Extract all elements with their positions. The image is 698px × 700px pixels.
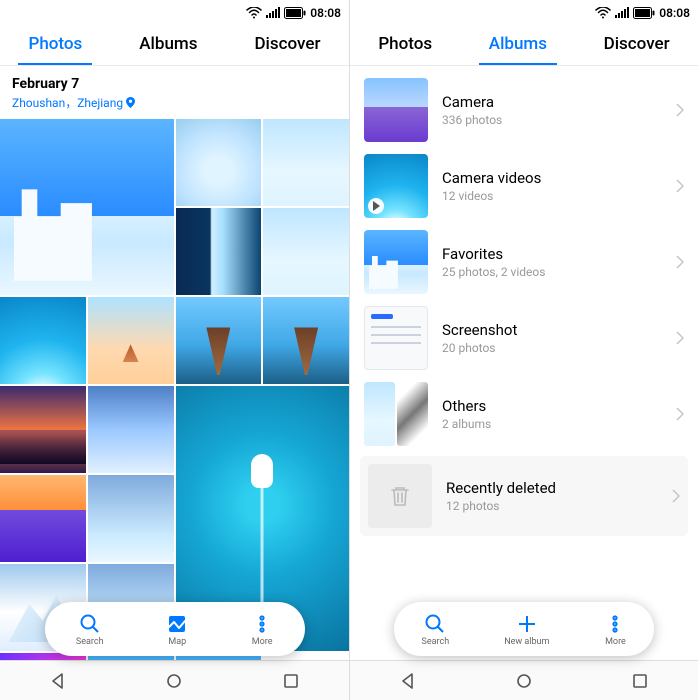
album-thumb <box>364 230 428 294</box>
heart-badge-icon <box>370 276 384 290</box>
search-button[interactable]: Search <box>422 613 450 647</box>
signal-icon <box>266 7 280 19</box>
status-time: 08:08 <box>659 6 690 20</box>
album-row-favorites[interactable]: Favorites 25 photos, 2 videos <box>350 224 698 300</box>
more-icon <box>604 613 626 635</box>
album-row-others[interactable]: Others 2 albums <box>350 376 698 452</box>
album-thumb <box>364 306 428 370</box>
new-album-button[interactable]: New album <box>504 613 549 647</box>
album-thumb <box>364 154 428 218</box>
plus-icon <box>516 613 538 635</box>
home-button[interactable] <box>504 666 544 696</box>
album-subtitle: 20 photos <box>442 341 662 355</box>
chevron-right-icon <box>672 489 680 503</box>
chevron-right-icon <box>676 179 684 193</box>
search-button[interactable]: Search <box>76 613 104 647</box>
back-button[interactable] <box>388 666 428 696</box>
photos-body: February 7 Zhoushan，Zhejiang <box>0 66 349 660</box>
wifi-icon <box>246 7 262 19</box>
photo-thumb[interactable] <box>263 297 349 384</box>
location-pin-icon <box>126 97 135 108</box>
album-title: Favorites <box>442 245 662 263</box>
chevron-right-icon <box>676 103 684 117</box>
home-button[interactable] <box>154 666 194 696</box>
album-title: Others <box>442 397 662 415</box>
more-button[interactable]: More <box>604 613 626 647</box>
chevron-right-icon <box>676 407 684 421</box>
recent-button[interactable] <box>271 666 311 696</box>
tabs: Photos Albums Discover <box>0 22 349 66</box>
album-subtitle: 25 photos, 2 videos <box>442 265 662 279</box>
photo-grid <box>0 119 349 660</box>
photo-thumb[interactable] <box>88 297 174 384</box>
map-button[interactable]: Map <box>166 613 188 647</box>
tab-discover[interactable]: Discover <box>600 24 674 64</box>
album-title: Camera <box>442 93 662 111</box>
section-date: February 7 <box>12 76 337 92</box>
album-row-screenshot[interactable]: Screenshot 20 photos <box>350 300 698 376</box>
photo-thumb[interactable] <box>176 208 262 295</box>
photo-thumb[interactable] <box>88 475 174 562</box>
bottom-toolbar: Search Map More <box>45 602 305 656</box>
screen-photos: 08:08 Photos Albums Discover February 7 … <box>0 0 349 700</box>
signal-icon <box>615 7 629 19</box>
album-thumb <box>368 464 432 528</box>
screen-albums: 08:08 Photos Albums Discover Camera 336 … <box>349 0 698 700</box>
album-title: Screenshot <box>442 321 662 339</box>
photo-thumb[interactable] <box>176 297 262 384</box>
recent-button[interactable] <box>620 666 660 696</box>
album-subtitle: 2 albums <box>442 417 662 431</box>
chevron-right-icon <box>676 331 684 345</box>
more-button[interactable]: More <box>251 613 273 647</box>
albums-list: Camera 336 photos Camera videos 12 video… <box>350 66 698 660</box>
section-header: February 7 Zhoushan，Zhejiang <box>0 66 349 119</box>
tabs: Photos Albums Discover <box>350 22 698 66</box>
album-thumb <box>364 78 428 142</box>
photo-thumb[interactable] <box>263 208 349 295</box>
chevron-right-icon <box>676 255 684 269</box>
album-row-camera-videos[interactable]: Camera videos 12 videos <box>350 148 698 224</box>
album-row-camera[interactable]: Camera 336 photos <box>350 72 698 148</box>
album-subtitle: 336 photos <box>442 113 662 127</box>
status-time: 08:08 <box>310 6 341 20</box>
photo-thumb[interactable] <box>0 386 86 473</box>
tab-photos[interactable]: Photos <box>374 24 436 64</box>
album-subtitle: 12 videos <box>442 189 662 203</box>
album-title: Camera videos <box>442 169 662 187</box>
battery-icon <box>633 7 655 19</box>
search-icon <box>424 613 446 635</box>
more-icon <box>251 613 273 635</box>
album-title: Recently deleted <box>446 479 658 497</box>
album-thumb <box>364 382 428 446</box>
android-navbar <box>350 660 698 700</box>
tab-albums[interactable]: Albums <box>135 24 201 64</box>
tab-photos[interactable]: Photos <box>24 24 86 64</box>
album-subtitle: 12 photos <box>446 499 658 513</box>
status-bar: 08:08 <box>350 0 698 22</box>
tab-albums[interactable]: Albums <box>485 24 551 64</box>
back-button[interactable] <box>38 666 78 696</box>
play-badge-icon <box>368 198 384 214</box>
photo-thumb[interactable] <box>0 475 86 562</box>
photo-thumb[interactable] <box>88 386 174 473</box>
wifi-icon <box>595 7 611 19</box>
section-location[interactable]: Zhoushan，Zhejiang <box>12 94 135 111</box>
bottom-toolbar: Search New album More <box>394 602 654 656</box>
photo-thumb[interactable] <box>0 297 86 384</box>
photo-thumb[interactable] <box>263 119 349 206</box>
android-navbar <box>0 660 349 700</box>
battery-icon <box>284 7 306 19</box>
photo-thumb[interactable] <box>0 119 174 295</box>
trash-icon <box>387 483 413 509</box>
map-icon <box>166 613 188 635</box>
tab-discover[interactable]: Discover <box>250 24 324 64</box>
search-icon <box>79 613 101 635</box>
status-bar: 08:08 <box>0 0 349 22</box>
photo-thumb[interactable] <box>176 119 262 206</box>
album-row-recently-deleted[interactable]: Recently deleted 12 photos <box>360 456 688 536</box>
